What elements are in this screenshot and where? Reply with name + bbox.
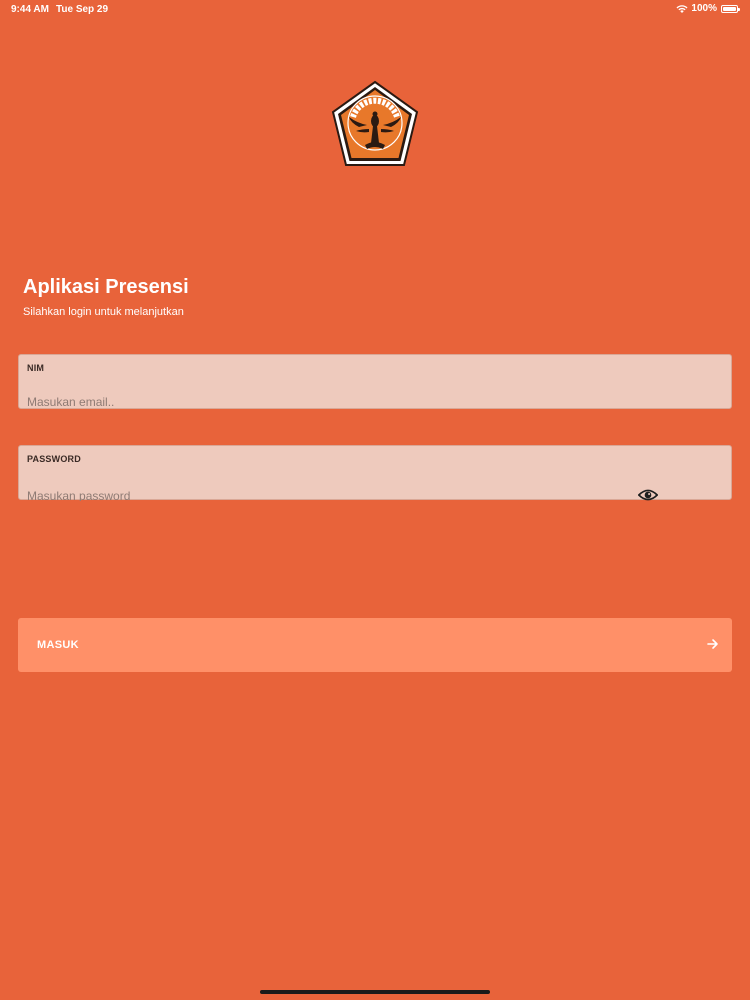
eye-icon[interactable] xyxy=(638,488,658,502)
password-label: PASSWORD xyxy=(27,454,81,464)
university-logo xyxy=(331,80,419,166)
arrow-right-icon xyxy=(707,639,718,649)
page-subtitle: Silahkan login untuk melanjutkan xyxy=(23,306,184,318)
status-bar: 9:44 AM Tue Sep 29 100% xyxy=(0,0,750,20)
password-field[interactable]: PASSWORD xyxy=(18,445,732,502)
home-indicator[interactable] xyxy=(260,990,490,994)
battery-percentage: 100% xyxy=(691,3,717,14)
status-indicators: 100% xyxy=(676,3,740,14)
login-button[interactable]: MASUK xyxy=(18,618,732,672)
battery-level xyxy=(723,6,736,11)
password-input[interactable] xyxy=(27,491,627,501)
wifi-icon xyxy=(676,4,688,13)
battery-icon xyxy=(721,4,740,13)
login-button-label: MASUK xyxy=(37,639,79,651)
status-time: 9:44 AM xyxy=(11,4,49,15)
nim-field[interactable]: NIM xyxy=(18,354,732,410)
page-title: Aplikasi Presensi xyxy=(23,276,189,298)
nim-label: NIM xyxy=(27,363,45,373)
nim-input[interactable] xyxy=(27,394,627,410)
status-date: Tue Sep 29 xyxy=(56,4,109,15)
